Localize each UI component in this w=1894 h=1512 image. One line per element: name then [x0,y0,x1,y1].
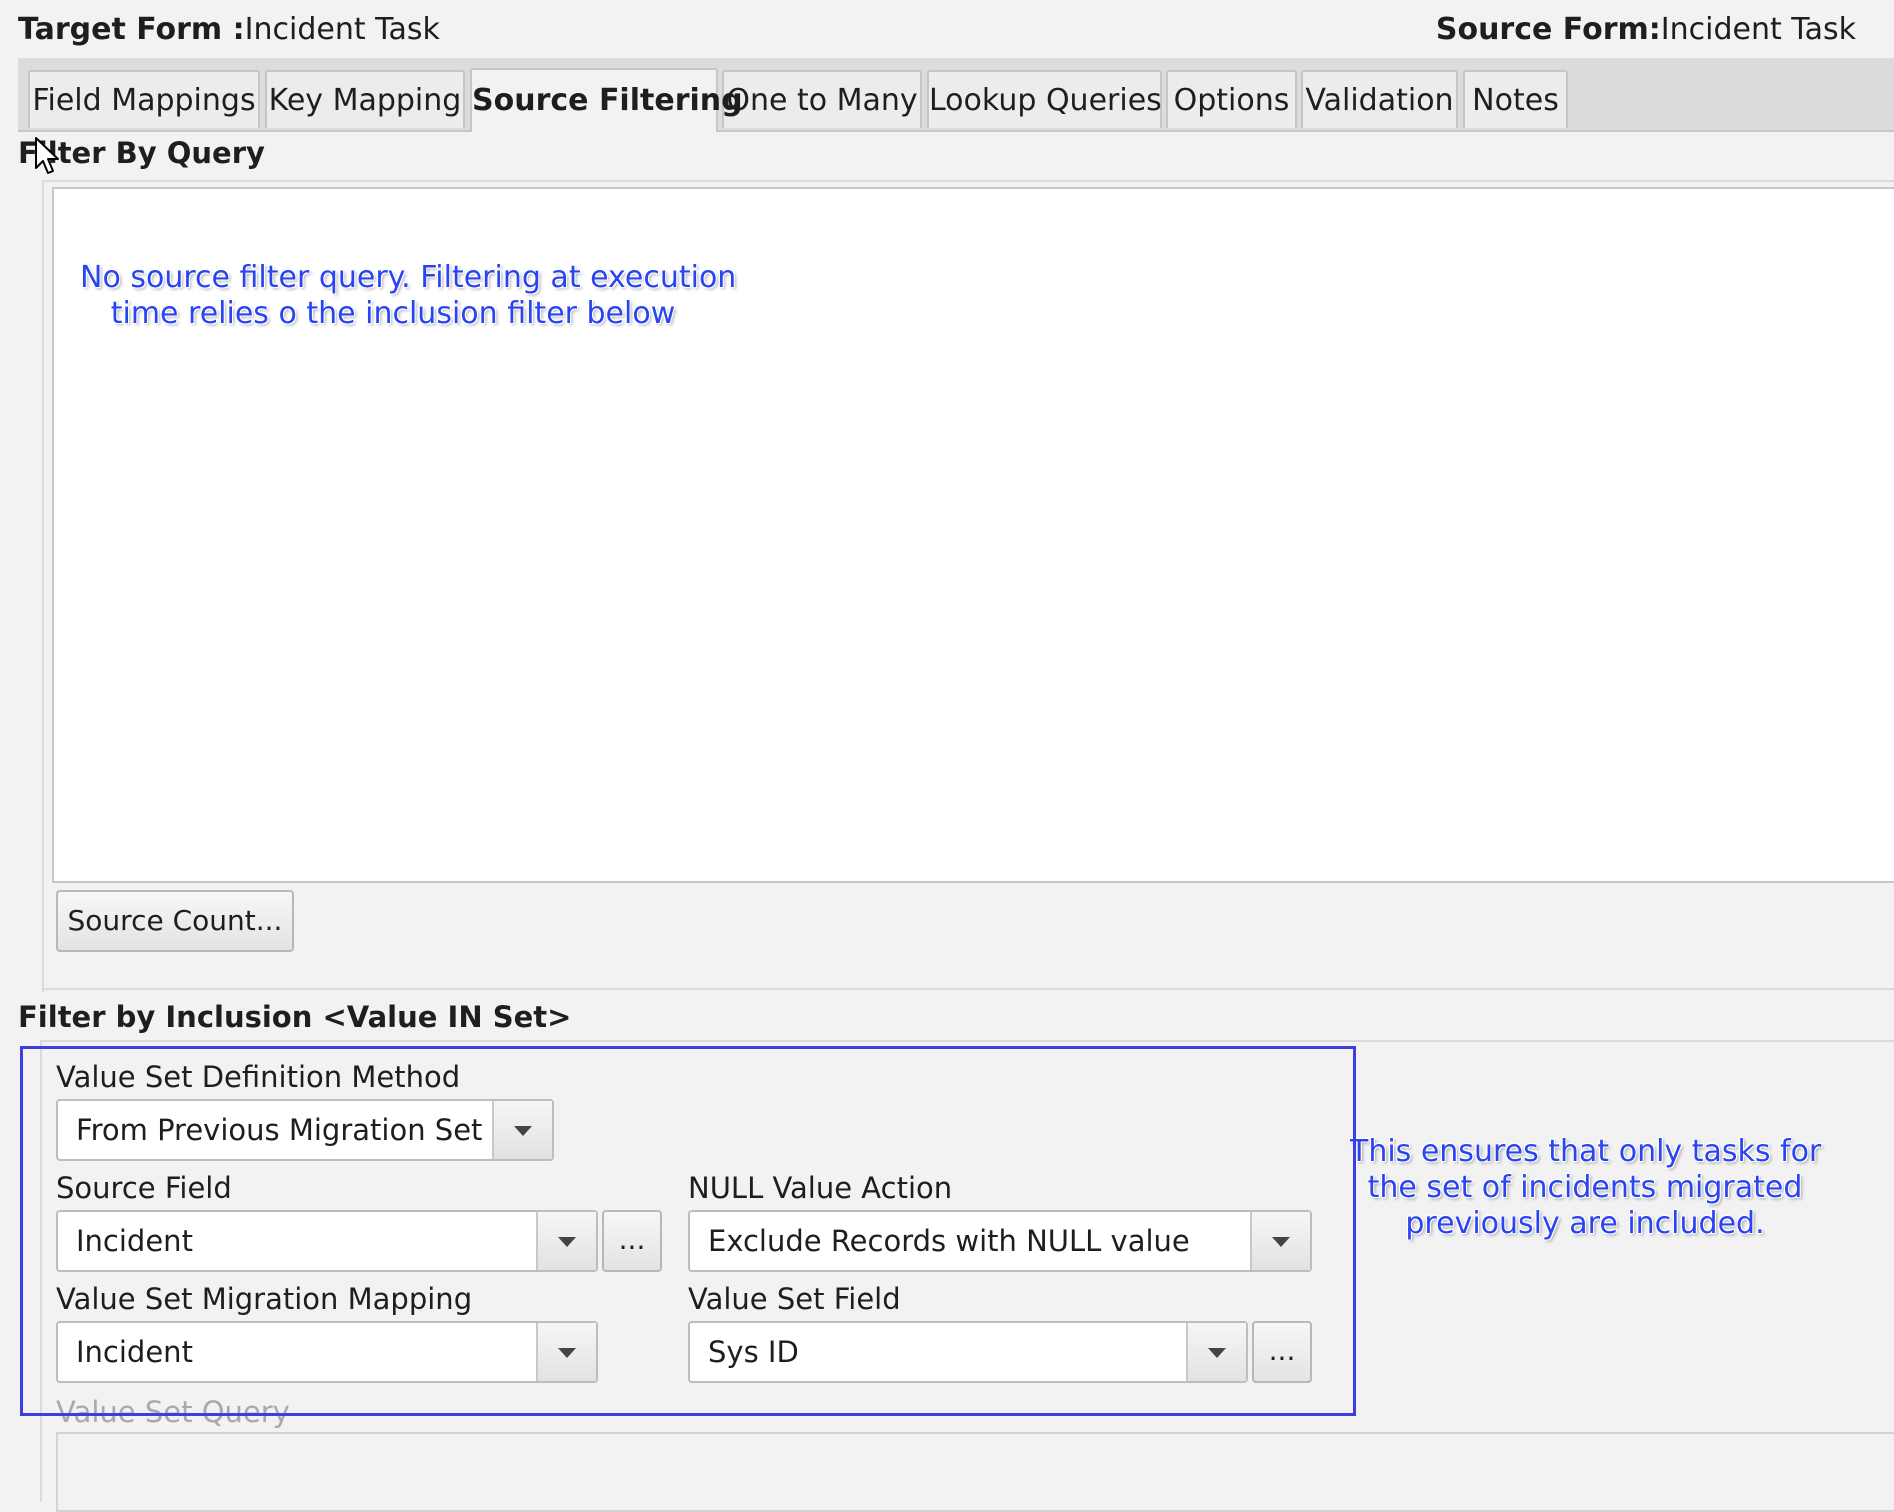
query-annotation-line2: time relies o the inclusion filter below [110,296,676,331]
inclusion-annotation: This ensures that only tasks for the set… [1350,1134,1822,1242]
inclusion-annotation-line2: the set of incidents migrated [1367,1170,1803,1205]
annotation-highlight-box [20,1046,1356,1416]
source-form-header: Source Form:Incident Task [1436,12,1856,47]
inclusion-annotation-line3: previously are included. [1405,1206,1765,1241]
value-set-query-area[interactable] [56,1432,1894,1512]
target-form-value: Incident Task [244,12,440,47]
tab-options[interactable]: Options [1166,70,1297,128]
tab-source-filtering[interactable]: Source Filtering [470,68,743,132]
filter-by-inclusion-title: Filter by Inclusion <Value IN Set> [18,1000,572,1034]
tab-validation[interactable]: Validation [1301,70,1458,128]
query-annotation: No source filter query. Filtering at exe… [80,260,737,332]
tab-field-mappings[interactable]: Field Mappings [28,70,260,128]
target-form-label: Target Form : [18,12,245,47]
mouse-cursor-icon [35,137,59,174]
tab-one-to-many[interactable]: One to Many [722,70,922,128]
tab-key-mapping[interactable]: Key Mapping [265,70,465,128]
tab-notes[interactable]: Notes [1463,70,1568,128]
target-form-header: Target Form :Incident Task [18,12,440,47]
query-annotation-line1: No source filter query. Filtering at exe… [80,260,737,295]
source-form-label: Source Form: [1435,12,1661,47]
source-form-value: Incident Task [1660,12,1856,47]
inclusion-annotation-line1: This ensures that only tasks for [1350,1134,1822,1169]
tab-lookup-queries[interactable]: Lookup Queries [927,70,1162,128]
group-divider [42,988,1894,990]
source-count-button[interactable]: Source Count... [56,890,294,952]
